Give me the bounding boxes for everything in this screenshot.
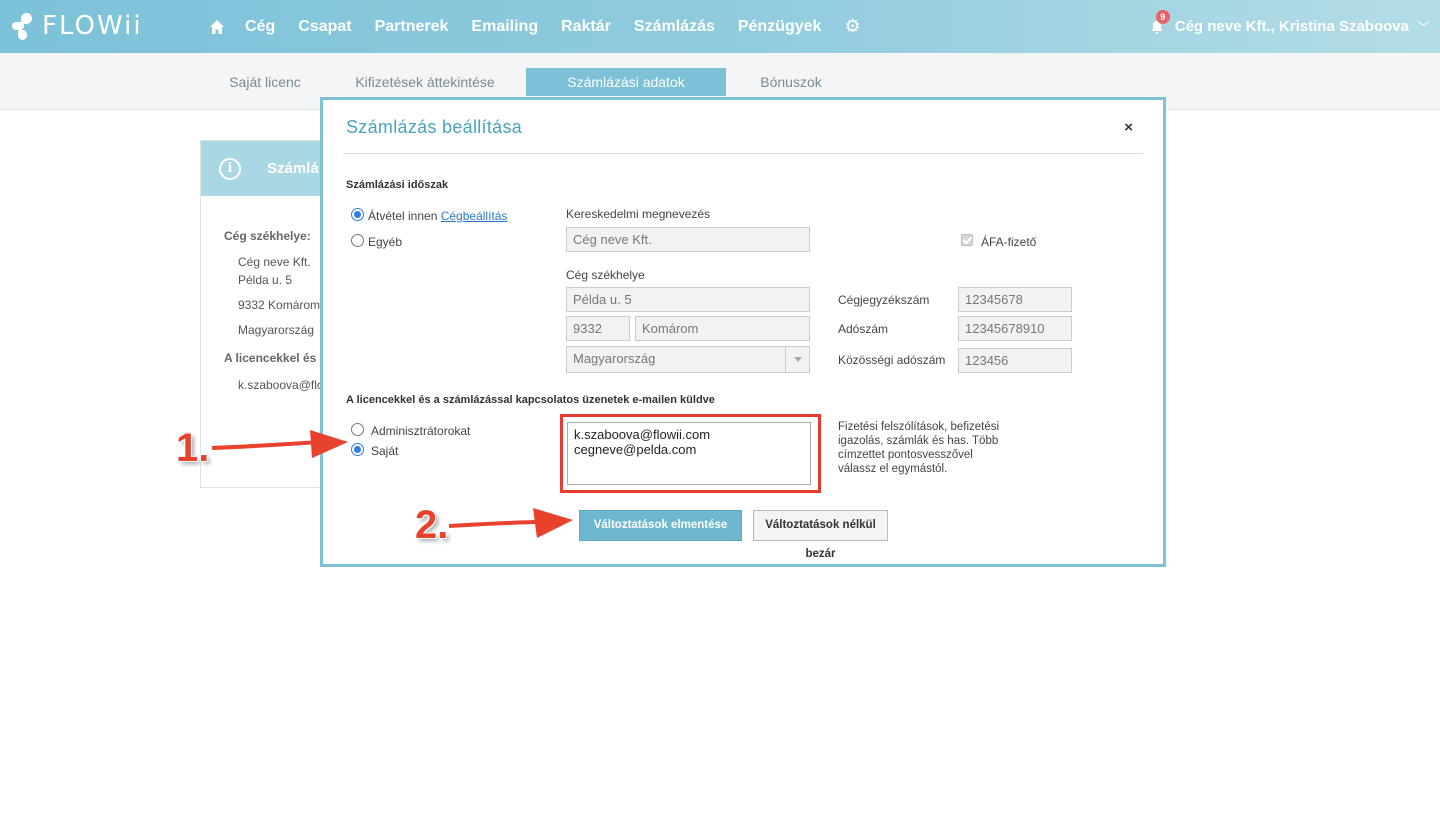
billing-card-header: i Számlá xyxy=(201,141,339,196)
radio-other[interactable] xyxy=(351,234,364,247)
vat-payer-checkbox[interactable] xyxy=(961,234,973,246)
zip-field[interactable]: 9332 xyxy=(566,316,630,341)
radio-inherit-label: Átvétel innen Cégbeállítás xyxy=(368,209,507,223)
main-nav: Cég Csapat Partnerek Emailing Raktár Szá… xyxy=(205,0,861,53)
trade-name-field[interactable]: Cég neve Kft. xyxy=(566,227,810,252)
tab-bonuszok[interactable]: Bónuszok xyxy=(740,68,842,96)
close-icon[interactable]: × xyxy=(1124,119,1133,136)
city-line: 9332 Komárom xyxy=(238,298,321,312)
nav-item-penzugyek[interactable]: Pénzügyek xyxy=(738,18,822,36)
billing-settings-modal: Számlázás beállítása × Számlázási idősza… xyxy=(320,97,1166,567)
nav-item-raktar[interactable]: Raktár xyxy=(561,18,611,36)
nav-item-ceg[interactable]: Cég xyxy=(245,18,275,36)
radio-own[interactable] xyxy=(351,443,364,456)
tab-kifizetesek[interactable]: Kifizetések áttekintése xyxy=(335,68,515,96)
nav-item-csapat[interactable]: Csapat xyxy=(298,18,351,36)
reg-no-field[interactable]: 12345678 xyxy=(958,287,1072,312)
license-label: A licencekkel és a xyxy=(224,351,327,365)
radio-admins[interactable] xyxy=(351,423,364,436)
home-icon[interactable] xyxy=(207,17,227,37)
country-select-value: Magyarország xyxy=(573,351,656,366)
step-1-annotation: 1. xyxy=(176,426,210,470)
city-field[interactable]: Komárom xyxy=(635,316,810,341)
info-icon: i xyxy=(219,157,241,180)
save-button[interactable]: Változtatások elmentése xyxy=(579,510,742,541)
bell-icon[interactable]: 9 xyxy=(1149,9,1170,35)
gear-icon[interactable]: ⚙ xyxy=(844,16,860,37)
period-heading: Számlázási időszak xyxy=(346,179,449,191)
divider xyxy=(343,153,1143,154)
reg-no-label: Cégjegyzékszám xyxy=(838,293,930,307)
help-text: Fizetési felszólítások, befizetési igazo… xyxy=(838,421,1000,475)
seat-label: Cég székhelye: xyxy=(224,229,311,243)
country: Magyarország xyxy=(238,323,315,337)
email-recipients-textarea[interactable]: k.szaboova@flowii.com cegneve@pelda.com xyxy=(567,422,811,485)
radio-admins-label: Adminisztrátorokat xyxy=(371,424,471,438)
country-select[interactable]: Magyarország xyxy=(566,346,810,373)
tab-szamlazasi-adatok[interactable]: Számlázási adatok xyxy=(526,68,726,96)
seat-label: Cég székhelye xyxy=(566,268,645,282)
radio-inherit[interactable] xyxy=(351,208,364,221)
account-menu[interactable]: 9 Cég neve Kft., Kristina Szaboova ﹀ xyxy=(1149,0,1430,53)
nav-item-szamlazas[interactable]: Számlázás xyxy=(634,18,715,36)
logo-text: FLOWii xyxy=(42,11,143,41)
modal-title: Számlázás beállítása xyxy=(346,117,523,137)
close-without-saving-button[interactable]: Változtatások nélkül bezár xyxy=(753,510,888,560)
account-label: Cég neve Kft., Kristina Szaboova xyxy=(1174,18,1409,35)
company-name: Cég neve Kft. xyxy=(238,255,311,269)
tab-sajat-licenc[interactable]: Saját licenc xyxy=(200,68,330,96)
arrow-step-1-icon xyxy=(211,430,348,458)
chevron-down-icon: ﹀ xyxy=(1416,20,1430,35)
notification-badge: 9 xyxy=(1155,9,1170,24)
company-settings-link[interactable]: Cégbeállítás xyxy=(441,209,508,223)
eu-tax-field[interactable]: 123456 xyxy=(958,348,1072,373)
street: Példa u. 5 xyxy=(238,273,293,287)
nav-item-emailing[interactable]: Emailing xyxy=(471,18,538,36)
email-line-2: cegneve@pelda.com xyxy=(574,442,697,457)
flowii-logo[interactable]: FLOWii xyxy=(12,9,143,43)
radio-own-label: Saját xyxy=(371,444,399,458)
step-2-annotation: 2. xyxy=(415,503,449,547)
top-navigation-bar: FLOWii Cég Csapat Partnerek Emailing Rak… xyxy=(0,0,1440,53)
nav-item-partnerek[interactable]: Partnerek xyxy=(375,18,449,36)
email-line-1: k.szaboova@flowii.com xyxy=(574,427,711,442)
tax-no-label: Adószám xyxy=(838,322,889,336)
vat-payer-label: ÁFA-fizető xyxy=(981,235,1037,249)
tax-no-field[interactable]: 12345678910 xyxy=(958,316,1072,341)
arrow-step-2-icon xyxy=(448,508,573,538)
street-field[interactable]: Példa u. 5 xyxy=(566,287,810,312)
logo-mark-icon xyxy=(12,11,34,41)
radio-other-label: Egyéb xyxy=(368,235,403,249)
chevron-down-icon xyxy=(785,347,809,372)
radio-inherit-text: Átvétel innen xyxy=(368,209,441,223)
eu-tax-label: Közösségi adószám xyxy=(838,353,946,367)
email: k.szaboova@flo xyxy=(238,378,324,392)
trade-name-label: Kereskedelmi megnevezés xyxy=(566,207,711,221)
email-heading: A licencekkel és a számlázással kapcsola… xyxy=(346,394,715,406)
billing-card-title: Számlá xyxy=(267,160,319,177)
